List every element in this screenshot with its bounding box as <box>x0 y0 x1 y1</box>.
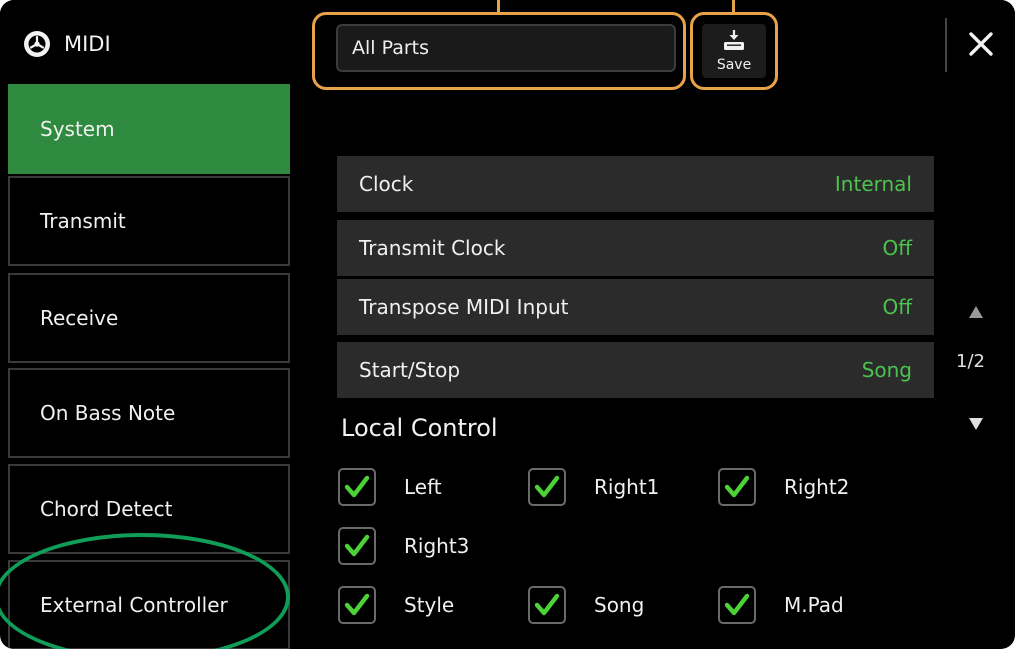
setting-row-clock[interactable]: Clock Internal <box>337 156 934 212</box>
app-title-label: MIDI <box>64 32 111 56</box>
checkbox-song[interactable]: Song <box>528 584 644 626</box>
setting-value: Internal <box>834 172 912 196</box>
checkbox-box[interactable] <box>718 586 756 624</box>
save-button[interactable]: Save <box>702 24 766 78</box>
header-divider <box>945 18 947 72</box>
sidebar-item-label: Chord Detect <box>40 497 173 521</box>
setting-value: Off <box>882 236 912 260</box>
save-label: Save <box>716 57 752 73</box>
checkmark-icon <box>534 475 560 498</box>
checkbox-box[interactable] <box>528 468 566 506</box>
sidebar-item-receive[interactable]: Receive <box>8 273 290 363</box>
setting-label: Transmit Clock <box>359 236 506 260</box>
sidebar-item-label: External Controller <box>40 593 228 617</box>
checkbox-right1[interactable]: Right1 <box>528 466 659 508</box>
sidebar-item-label: System <box>40 117 115 141</box>
setting-label: Transpose MIDI Input <box>359 295 569 319</box>
sidebar-item-chord-detect[interactable]: Chord Detect <box>8 464 290 554</box>
checkbox-box[interactable] <box>338 468 376 506</box>
setting-row-start-stop[interactable]: Start/Stop Song <box>337 342 934 398</box>
sidebar-item-label: On Bass Note <box>40 401 176 425</box>
checkbox-box[interactable] <box>528 586 566 624</box>
page-indicator: 1/2 <box>956 351 985 372</box>
checkbox-label: Song <box>594 593 645 617</box>
sidebar-item-label: Receive <box>40 306 119 330</box>
checkbox-right2[interactable]: Right2 <box>718 466 849 508</box>
setting-value: Song <box>861 358 912 382</box>
setting-label: Clock <box>359 172 414 196</box>
checkbox-label: Right1 <box>594 475 660 499</box>
checkbox-right3[interactable]: Right3 <box>338 525 469 567</box>
checkmark-icon <box>344 534 370 557</box>
sidebar-item-external-controller[interactable]: External Controller <box>8 560 290 649</box>
page-down-button[interactable] <box>966 414 986 434</box>
sidebar-item-on-bass-note[interactable]: On Bass Note <box>8 368 290 458</box>
checkmark-icon <box>724 593 750 616</box>
triangle-down-icon <box>969 418 983 430</box>
page-up-button[interactable] <box>966 302 986 322</box>
setting-row-transpose-midi-input[interactable]: Transpose MIDI Input Off <box>337 279 934 335</box>
checkbox-label: M.Pad <box>784 593 844 617</box>
local-control-title: Local Control <box>341 414 498 442</box>
close-icon <box>968 31 994 61</box>
setting-row-transmit-clock[interactable]: Transmit Clock Off <box>337 220 934 276</box>
app-title: MIDI <box>22 22 111 66</box>
checkmark-icon <box>534 593 560 616</box>
setting-value: Off <box>882 295 912 319</box>
checkbox-box[interactable] <box>338 527 376 565</box>
yamaha-logo-icon <box>22 29 52 59</box>
sidebar-item-system[interactable]: System <box>8 84 290 174</box>
checkbox-label: Right2 <box>784 475 850 499</box>
sidebar: System Transmit Receive On Bass Note Cho… <box>8 84 290 649</box>
checkbox-m-pad[interactable]: M.Pad <box>718 584 844 626</box>
checkmark-icon <box>344 475 370 498</box>
checkmark-icon <box>724 475 750 498</box>
header-bar: MIDI All Parts Save <box>0 0 1015 90</box>
checkbox-style[interactable]: Style <box>338 584 454 626</box>
sidebar-item-transmit[interactable]: Transmit <box>8 176 290 266</box>
checkbox-left[interactable]: Left <box>338 466 442 508</box>
part-selector[interactable]: All Parts <box>336 24 676 72</box>
setting-label: Start/Stop <box>359 358 461 382</box>
checkbox-label: Style <box>404 593 455 617</box>
close-button[interactable] <box>950 20 1012 72</box>
save-icon <box>722 29 746 55</box>
checkbox-box[interactable] <box>338 586 376 624</box>
checkbox-label: Left <box>404 475 442 499</box>
part-selector-value: All Parts <box>352 37 430 59</box>
checkbox-label: Right3 <box>404 534 470 558</box>
midi-screen: MIDI All Parts Save System Transmit Rece… <box>0 0 1015 649</box>
checkmark-icon <box>344 593 370 616</box>
sidebar-item-label: Transmit <box>40 209 126 233</box>
checkbox-box[interactable] <box>718 468 756 506</box>
triangle-up-icon <box>969 306 983 318</box>
